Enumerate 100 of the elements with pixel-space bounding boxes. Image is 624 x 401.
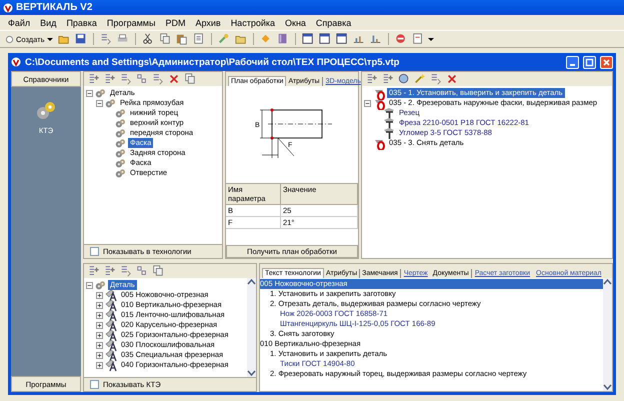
list-button[interactable] (429, 72, 443, 86)
no-entry-icon (394, 33, 407, 45)
menu-item[interactable]: Программы (102, 16, 160, 28)
list-button[interactable] (119, 264, 133, 278)
gear-icon (115, 138, 126, 148)
app-title: ВЕРТИКАЛЬ V2 (16, 2, 92, 13)
grid-button[interactable] (135, 264, 149, 278)
gear-icon (95, 280, 106, 290)
list-button[interactable] (98, 32, 113, 46)
checkbox[interactable] (90, 247, 99, 256)
operation-icon (105, 338, 117, 352)
save-icon (74, 33, 87, 45)
plus-icon (97, 292, 102, 298)
document-logo-icon (11, 57, 21, 67)
book-icon (276, 33, 289, 45)
document-icon (412, 33, 424, 45)
menu-item[interactable]: Вид (36, 16, 60, 28)
add-button[interactable] (365, 72, 379, 86)
menu-item[interactable]: Архив (191, 16, 225, 28)
menu-item[interactable]: Справка (312, 16, 356, 28)
plus-icon (97, 352, 102, 358)
expander-toggle[interactable] (86, 282, 93, 288)
add-icon (104, 265, 116, 277)
plus-icon (97, 332, 102, 338)
window-icon (302, 33, 314, 45)
expander-toggle[interactable] (86, 90, 93, 96)
expander-toggle[interactable] (96, 292, 103, 298)
copy-icon (158, 33, 171, 45)
expander-toggle[interactable] (364, 100, 371, 106)
copy-button[interactable] (183, 72, 197, 86)
caret-icon (428, 36, 434, 42)
expander-toggle[interactable] (96, 342, 103, 348)
delete-button[interactable] (445, 72, 459, 86)
menu-item[interactable]: Файл (4, 16, 34, 28)
plus-icon (97, 322, 102, 328)
menu-item[interactable]: PDM (161, 16, 190, 28)
operation-icon (105, 328, 117, 342)
add-button[interactable] (87, 264, 101, 278)
expander-toggle[interactable] (96, 322, 103, 328)
no-entry-button[interactable] (394, 32, 408, 46)
scissors-button[interactable] (140, 32, 155, 46)
minimize-icon (570, 64, 575, 66)
scrollbar[interactable] (247, 278, 256, 377)
expander-toggle[interactable] (96, 332, 103, 338)
document-icon (192, 33, 205, 45)
gear-icon (95, 88, 106, 98)
window-button[interactable] (318, 32, 332, 46)
app-logo-icon (3, 2, 13, 12)
save-button[interactable] (74, 32, 88, 46)
delete-icon (168, 73, 180, 85)
checkbox[interactable] (90, 380, 99, 389)
document-button[interactable] (192, 32, 206, 46)
operation-icon (105, 288, 117, 302)
close-button[interactable] (600, 56, 613, 68)
operation-icon (105, 318, 117, 332)
menu-item[interactable]: Настройка (226, 16, 279, 28)
scissors-icon (142, 33, 154, 45)
expander-toggle[interactable] (96, 352, 103, 358)
gear-icon (115, 168, 126, 178)
add-icon (88, 73, 100, 85)
tool-icon (383, 127, 395, 139)
gear-icon (115, 148, 126, 158)
grid-button[interactable] (135, 72, 149, 86)
window-button[interactable] (334, 32, 349, 46)
list-button[interactable] (119, 72, 133, 86)
minimize-button[interactable] (566, 56, 579, 68)
menu-item[interactable]: Окна (281, 16, 310, 28)
maximize-button[interactable] (583, 56, 596, 68)
expander-toggle[interactable] (96, 302, 103, 308)
add-icon (382, 73, 394, 85)
paste-button[interactable] (174, 32, 189, 46)
delete-button[interactable] (167, 72, 181, 86)
circle-icon (5, 34, 14, 44)
gear-icon (115, 158, 126, 168)
window-button[interactable] (300, 32, 315, 46)
document-button[interactable] (410, 32, 425, 46)
add-button[interactable] (87, 72, 101, 86)
grid-icon (136, 265, 148, 277)
menu-item[interactable]: Правка (62, 16, 101, 28)
list-button[interactable] (151, 72, 165, 86)
expander-toggle[interactable] (96, 312, 103, 318)
add-button[interactable] (103, 264, 117, 278)
add-button[interactable] (103, 72, 117, 86)
list-icon (100, 33, 112, 45)
copy-button[interactable] (158, 32, 172, 46)
copy-button[interactable] (151, 264, 165, 278)
diamond-icon (260, 33, 272, 45)
operation-icon (105, 348, 117, 362)
expander-toggle[interactable] (96, 362, 103, 368)
scrollbar[interactable] (603, 278, 612, 391)
add-icon (104, 73, 116, 85)
gears-icon (35, 100, 57, 122)
add-button[interactable] (381, 72, 395, 86)
list-icon (430, 73, 442, 85)
grid-icon (136, 73, 148, 85)
list-icon (120, 73, 132, 85)
wand-button[interactable] (413, 72, 427, 86)
expander-toggle[interactable] (96, 100, 103, 106)
window-icon (336, 33, 348, 45)
plus-icon (97, 302, 102, 308)
